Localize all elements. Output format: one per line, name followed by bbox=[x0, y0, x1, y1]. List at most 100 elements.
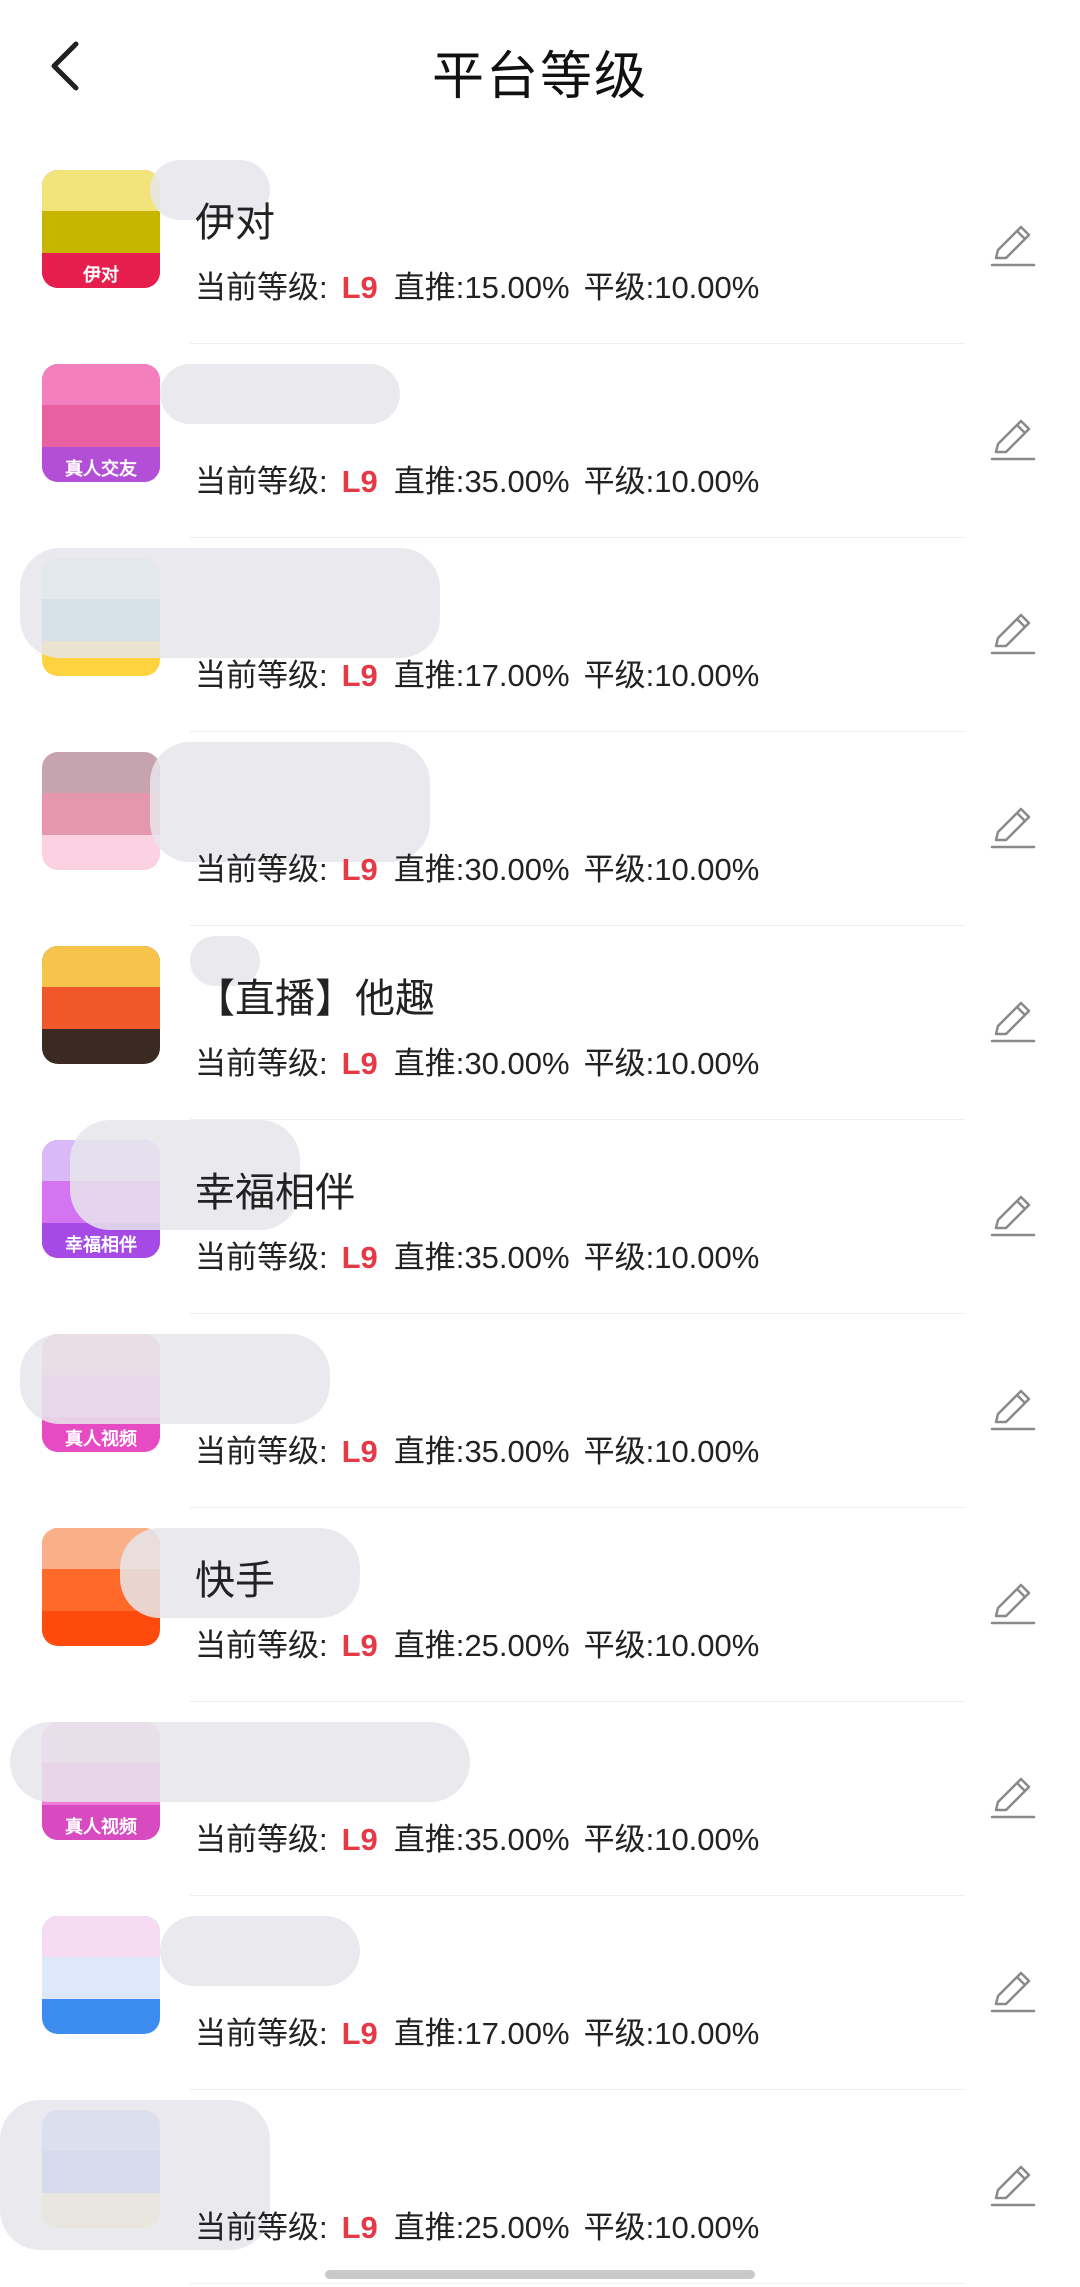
level-value: L9 bbox=[341, 1434, 378, 1469]
pencil-icon bbox=[990, 1195, 1036, 1237]
peer-label: 平级: bbox=[583, 464, 655, 499]
app-icon-label: 真人视频 bbox=[42, 1426, 160, 1452]
peer-label: 平级: bbox=[583, 2016, 655, 2051]
direct-value: 35.00% bbox=[464, 1434, 570, 1469]
peer-value: 10.00% bbox=[654, 658, 760, 693]
direct-value: 30.00% bbox=[464, 1046, 570, 1081]
app-name: 【直播】他趣 bbox=[195, 977, 435, 1021]
pencil-icon bbox=[990, 613, 1036, 655]
app-icon: 伊对 bbox=[42, 170, 160, 288]
direct-value: 17.00% bbox=[464, 2016, 570, 2051]
edit-button[interactable] bbox=[988, 1578, 1038, 1628]
direct-label: 直推: bbox=[393, 270, 465, 305]
nav-bar: 平台等级 bbox=[0, 0, 1080, 140]
direct-value: 35.00% bbox=[464, 1240, 570, 1275]
app-icon-label: 幸福相伴 bbox=[42, 1232, 160, 1258]
level-value: L9 bbox=[341, 852, 378, 887]
edit-button[interactable] bbox=[988, 2160, 1038, 2210]
level-value: L9 bbox=[341, 1046, 378, 1081]
direct-label: 直推: bbox=[393, 2016, 465, 2051]
blurred-icon-mosaic bbox=[42, 946, 160, 1029]
current-level-label: 当前等级: bbox=[195, 1434, 328, 1469]
peer-value: 10.00% bbox=[654, 2210, 760, 2245]
direct-label: 直推: bbox=[393, 658, 465, 693]
level-line: 当前等级: L9 直推:25.00% 平级:10.00% bbox=[195, 2202, 759, 2247]
list-item[interactable]: 当前等级: L9 直推:30.00% 平级:10.00% bbox=[0, 732, 1080, 926]
page-title: 平台等级 bbox=[431, 48, 648, 106]
level-line: 当前等级: L9 直推:35.00% 平级:10.00% bbox=[195, 1426, 759, 1471]
peer-value: 10.00% bbox=[654, 270, 760, 305]
direct-label: 直推: bbox=[393, 1434, 465, 1469]
list-item[interactable]: 真人视频 当前等级: L9 直推:35.00% 平级:10.00% bbox=[0, 1702, 1080, 1896]
pencil-icon bbox=[990, 2165, 1036, 2207]
list-item[interactable]: 当前等级: L9 直推:17.00% 平级:10.00% bbox=[0, 1896, 1080, 2090]
app-icon bbox=[42, 1916, 160, 2034]
edit-button[interactable] bbox=[988, 1190, 1038, 1240]
list-item[interactable]: 幸福相伴 幸福相伴 当前等级: L9 直推:35.00% 平级:10.00% bbox=[0, 1120, 1080, 1314]
level-value: L9 bbox=[341, 464, 378, 499]
redaction-blur bbox=[20, 548, 440, 658]
pencil-icon bbox=[990, 1777, 1036, 1819]
direct-value: 30.00% bbox=[464, 852, 570, 887]
pencil-icon bbox=[990, 1389, 1036, 1431]
current-level-label: 当前等级: bbox=[195, 2016, 328, 2051]
pencil-icon bbox=[990, 1001, 1036, 1043]
edit-button[interactable] bbox=[988, 1966, 1038, 2016]
level-value: L9 bbox=[341, 1822, 378, 1857]
app-name: 快手 bbox=[195, 1559, 275, 1603]
pencil-icon bbox=[990, 1583, 1036, 1625]
current-level-label: 当前等级: bbox=[195, 2210, 328, 2245]
level-value: L9 bbox=[341, 2016, 378, 2051]
peer-label: 平级: bbox=[583, 658, 655, 693]
list-item[interactable]: 当前等级: L9 直推:25.00% 平级:10.00% bbox=[0, 2090, 1080, 2284]
app-icon-label: 伊对 bbox=[42, 262, 160, 288]
direct-label: 直推: bbox=[393, 1822, 465, 1857]
current-level-label: 当前等级: bbox=[195, 1046, 328, 1081]
blurred-icon-mosaic bbox=[42, 170, 160, 253]
current-level-label: 当前等级: bbox=[195, 1628, 328, 1663]
list-item[interactable]: 伊对 伊对 当前等级: L9 直推:15.00% 平级:10.00% bbox=[0, 150, 1080, 344]
list-item[interactable]: 当前等级: L9 直推:17.00% 平级:10.00% bbox=[0, 538, 1080, 732]
direct-value: 15.00% bbox=[464, 270, 570, 305]
pencil-icon bbox=[990, 1971, 1036, 2013]
current-level-label: 当前等级: bbox=[195, 852, 328, 887]
pencil-icon bbox=[990, 419, 1036, 461]
list-item[interactable]: 【直播】他趣 当前等级: L9 直推:30.00% 平级:10.00% bbox=[0, 926, 1080, 1120]
redaction-blur bbox=[160, 1916, 360, 1986]
peer-value: 10.00% bbox=[654, 1046, 760, 1081]
peer-label: 平级: bbox=[583, 1434, 655, 1469]
edit-button[interactable] bbox=[988, 996, 1038, 1046]
edit-button[interactable] bbox=[988, 414, 1038, 464]
home-indicator bbox=[325, 2270, 755, 2279]
direct-label: 直推: bbox=[393, 852, 465, 887]
direct-label: 直推: bbox=[393, 1628, 465, 1663]
direct-value: 25.00% bbox=[464, 1628, 570, 1663]
redaction-blur bbox=[160, 364, 400, 424]
level-line: 当前等级: L9 直推:15.00% 平级:10.00% bbox=[195, 262, 759, 307]
current-level-label: 当前等级: bbox=[195, 658, 328, 693]
redaction-blur bbox=[20, 1334, 330, 1424]
edit-button[interactable] bbox=[988, 1384, 1038, 1434]
level-line: 当前等级: L9 直推:30.00% 平级:10.00% bbox=[195, 844, 759, 889]
direct-value: 35.00% bbox=[464, 1822, 570, 1857]
app-icon: 真人交友 bbox=[42, 364, 160, 482]
level-line: 当前等级: L9 直推:35.00% 平级:10.00% bbox=[195, 1814, 759, 1859]
edit-button[interactable] bbox=[988, 1772, 1038, 1822]
level-line: 当前等级: L9 直推:35.00% 平级:10.00% bbox=[195, 1232, 759, 1277]
peer-label: 平级: bbox=[583, 2210, 655, 2245]
peer-value: 10.00% bbox=[654, 1628, 760, 1663]
edit-button[interactable] bbox=[988, 220, 1038, 270]
blurred-icon-mosaic bbox=[42, 1916, 160, 1999]
list-item[interactable]: 快手 当前等级: L9 直推:25.00% 平级:10.00% bbox=[0, 1508, 1080, 1702]
direct-label: 直推: bbox=[393, 1240, 465, 1275]
edit-button[interactable] bbox=[988, 802, 1038, 852]
peer-label: 平级: bbox=[583, 1240, 655, 1275]
level-line: 当前等级: L9 直推:25.00% 平级:10.00% bbox=[195, 1620, 759, 1665]
app-icon-label: 真人视频 bbox=[42, 1814, 160, 1840]
list-item[interactable]: 真人视频 当前等级: L9 直推:35.00% 平级:10.00% bbox=[0, 1314, 1080, 1508]
list-item[interactable]: 真人交友 当前等级: L9 直推:35.00% 平级:10.00% bbox=[0, 344, 1080, 538]
edit-button[interactable] bbox=[988, 608, 1038, 658]
peer-label: 平级: bbox=[583, 1628, 655, 1663]
level-line: 当前等级: L9 直推:17.00% 平级:10.00% bbox=[195, 650, 759, 695]
peer-value: 10.00% bbox=[654, 1822, 760, 1857]
